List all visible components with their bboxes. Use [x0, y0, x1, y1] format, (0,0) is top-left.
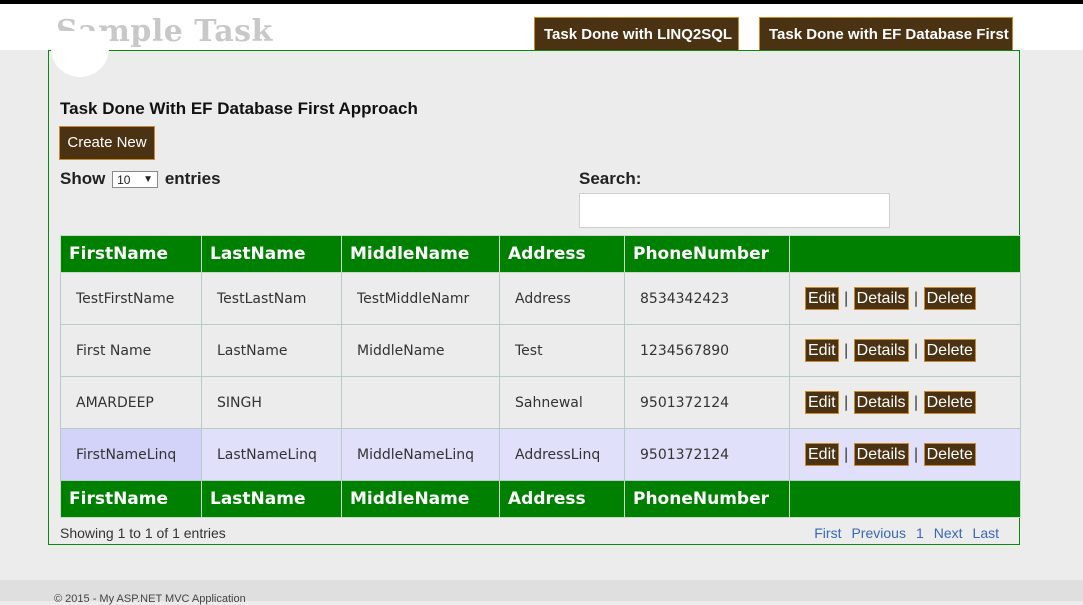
edit-button[interactable]: Edit	[805, 339, 839, 362]
action-separator: |	[913, 289, 919, 307]
show-label: Show	[60, 169, 106, 188]
cell-address: Test	[499, 324, 625, 377]
content-panel: Task Done With EF Database First Approac…	[48, 31, 1021, 545]
cell-firstname: FirstNameLinq	[60, 428, 202, 481]
nav-ef-database-first-button[interactable]: Task Done with EF Database First	[759, 17, 1013, 51]
action-separator: |	[913, 393, 919, 411]
details-button[interactable]: Details	[853, 391, 909, 414]
cell-phonenumber: 1234567890	[624, 324, 790, 377]
search-label: Search:	[579, 169, 642, 188]
details-button[interactable]: Details	[853, 443, 909, 466]
column-header-actions	[789, 235, 1021, 273]
cell-phonenumber: 9501372124	[624, 428, 790, 481]
cell-address: AddressLinq	[499, 428, 625, 481]
cell-middlename	[341, 376, 500, 429]
pager-page-1-link[interactable]: 1	[916, 525, 924, 541]
delete-button[interactable]: Delete	[923, 443, 976, 466]
action-separator: |	[843, 393, 849, 411]
data-table: FirstName LastName MiddleName Address Ph…	[60, 235, 1021, 518]
cell-lastname: LastNameLinq	[201, 428, 342, 481]
pager-last-link[interactable]: Last	[973, 525, 999, 541]
cell-phonenumber: 8534342423	[624, 272, 790, 325]
length-control: Show 10 ▼ entries	[60, 169, 221, 189]
cell-firstname: AMARDEEP	[60, 376, 202, 429]
page-title: Task Done With EF Database First Approac…	[60, 99, 418, 118]
footer-header-actions	[789, 480, 1021, 518]
action-separator: |	[843, 341, 849, 359]
column-header-lastname[interactable]: LastName	[201, 235, 342, 273]
table-row: First Name LastName MiddleName Test 1234…	[60, 324, 1021, 377]
cell-firstname: First Name	[60, 324, 202, 377]
action-separator: |	[843, 445, 849, 463]
pager-first-link[interactable]: First	[814, 525, 841, 541]
cell-address: Sahnewal	[499, 376, 625, 429]
details-button[interactable]: Details	[853, 287, 909, 310]
cell-actions: Edit | Details | Delete	[789, 324, 1021, 377]
cell-phonenumber: 9501372124	[624, 376, 790, 429]
footer-header-firstname: FirstName	[60, 480, 202, 518]
delete-button[interactable]: Delete	[923, 287, 976, 310]
cell-firstname: TestFirstName	[60, 272, 202, 325]
footer-header-phonenumber: PhoneNumber	[624, 480, 790, 518]
table-row: FirstNameLinq LastNameLinq MiddleNameLin…	[60, 428, 1021, 481]
cell-actions: Edit | Details | Delete	[789, 428, 1021, 481]
search-input[interactable]	[579, 193, 890, 228]
footer-header-address: Address	[499, 480, 625, 518]
cell-actions: Edit | Details | Delete	[789, 272, 1021, 325]
cell-lastname: LastName	[201, 324, 342, 377]
edit-button[interactable]: Edit	[805, 287, 839, 310]
footer-header-middlename: MiddleName	[341, 480, 500, 518]
action-separator: |	[913, 341, 919, 359]
footer-header-lastname: LastName	[201, 480, 342, 518]
footer-text: © 2015 - My ASP.NET MVC Application	[54, 593, 246, 605]
table-row: TestFirstName TestLastNam TestMiddleNamr…	[60, 272, 1021, 325]
edit-button[interactable]: Edit	[805, 443, 839, 466]
cell-actions: Edit | Details | Delete	[789, 376, 1021, 429]
details-button[interactable]: Details	[853, 339, 909, 362]
pager-previous-link[interactable]: Previous	[851, 525, 905, 541]
chevron-down-icon: ▼	[143, 174, 154, 186]
column-header-middlename[interactable]: MiddleName	[341, 235, 500, 273]
cell-middlename: MiddleNameLinq	[341, 428, 500, 481]
pagination: First Previous 1 Next Last	[804, 525, 999, 541]
cell-middlename: TestMiddleNamr	[341, 272, 500, 325]
nav-linq2sql-button[interactable]: Task Done with LINQ2SQL	[534, 17, 739, 51]
page-length-value: 10	[117, 173, 131, 188]
entries-label: entries	[164, 169, 221, 188]
decorative-circle	[51, 31, 109, 77]
cell-address: Address	[499, 272, 625, 325]
edit-button[interactable]: Edit	[805, 391, 839, 414]
column-header-firstname[interactable]: FirstName	[60, 235, 202, 273]
column-header-phonenumber[interactable]: PhoneNumber	[624, 235, 790, 273]
table-header-row: FirstName LastName MiddleName Address Ph…	[60, 235, 1021, 273]
table-info: Showing 1 to 1 of 1 entries	[60, 525, 226, 541]
page-length-select[interactable]: 10 ▼	[112, 171, 159, 189]
delete-button[interactable]: Delete	[923, 391, 976, 414]
action-separator: |	[843, 289, 849, 307]
delete-button[interactable]: Delete	[923, 339, 976, 362]
cell-lastname: TestLastNam	[201, 272, 342, 325]
column-header-address[interactable]: Address	[499, 235, 625, 273]
pager-next-link[interactable]: Next	[934, 525, 963, 541]
cell-middlename: MiddleName	[341, 324, 500, 377]
table-footer-row: FirstName LastName MiddleName Address Ph…	[60, 480, 1021, 518]
table-row: AMARDEEP SINGH Sahnewal 9501372124 Edit |…	[60, 376, 1021, 429]
action-separator: |	[913, 445, 919, 463]
create-new-button[interactable]: Create New	[59, 126, 155, 160]
cell-lastname: SINGH	[201, 376, 342, 429]
